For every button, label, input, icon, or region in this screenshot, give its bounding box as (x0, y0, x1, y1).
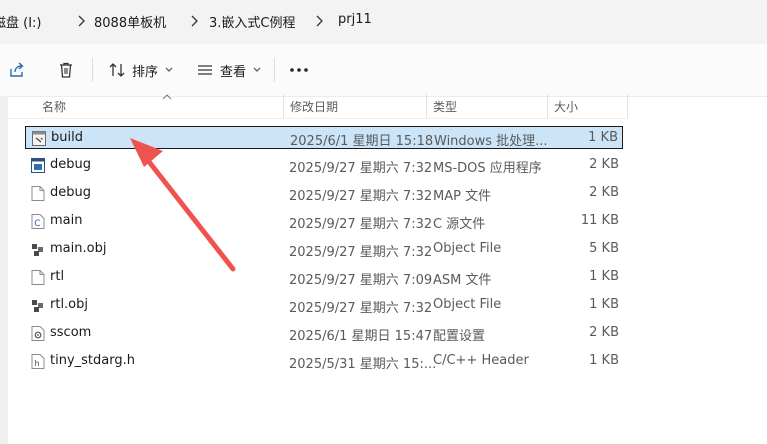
file-size: 2 KB (589, 325, 619, 340)
file-type: Object File (433, 297, 502, 312)
file-row-debug-map[interactable]: debug 2025/9/27 星期六 7:32 MAP 文件 2 KB (25, 182, 623, 205)
breadcrumb: 磁盘 (I:) 8088单板机 3.嵌入式C例程 prj11 (0, 0, 767, 45)
file-size: 1 KB (589, 353, 619, 368)
file-row-main-c[interactable]: C main 2025/9/27 星期六 7:32 C 源文件 11 KB (25, 210, 623, 233)
header-file-icon: h (31, 354, 45, 369)
column-divider[interactable] (547, 94, 548, 118)
file-row-build[interactable]: build 2025/6/1 星期日 15:18 Windows 批处理... … (25, 126, 623, 149)
sort-ascending-icon (162, 94, 172, 100)
file-name: build (51, 130, 83, 145)
breadcrumb-folder-prj11[interactable]: prj11 (338, 12, 372, 27)
generic-file-icon (31, 186, 45, 201)
file-date: 2025/9/27 星期六 7:32 (289, 301, 433, 316)
more-icon (290, 68, 308, 72)
more-options-button[interactable] (289, 57, 309, 83)
breadcrumb-folder-examples[interactable]: 3.嵌入式C例程 (209, 12, 295, 31)
generic-file-icon (31, 270, 45, 285)
column-header-name[interactable]: 名称 (42, 98, 66, 115)
file-type: 配置设置 (433, 329, 486, 344)
file-type: Object File (433, 241, 502, 256)
file-type: C 源文件 (433, 217, 486, 232)
file-name: rtl (50, 269, 65, 284)
svg-text:C: C (34, 219, 40, 229)
file-row-main-obj[interactable]: main.obj 2025/9/27 星期六 7:32 Object File … (25, 238, 623, 261)
svg-text:h: h (35, 359, 40, 368)
breadcrumb-drive[interactable]: 磁盘 (I:) (0, 12, 42, 31)
file-type: MS-DOS 应用程序 (433, 161, 542, 176)
file-date: 2025/9/27 星期六 7:32 (289, 245, 433, 260)
file-name: main.obj (50, 241, 107, 256)
breadcrumb-folder-8088[interactable]: 8088单板机 (94, 12, 166, 31)
column-header-type[interactable]: 类型 (433, 98, 457, 115)
chevron-down-icon (253, 67, 261, 72)
file-size: 1 KB (588, 130, 618, 145)
view-list-icon (198, 65, 212, 75)
file-date: 2025/9/27 星期六 7:32 (289, 189, 433, 204)
exe-file-icon (31, 158, 45, 173)
file-name: sscom (50, 325, 92, 340)
file-size: 1 KB (589, 297, 619, 312)
column-divider[interactable] (426, 94, 427, 118)
file-date: 2025/6/1 星期日 15:47 (289, 329, 433, 344)
file-date: 2025/5/31 星期六 15:... (289, 357, 437, 372)
command-toolbar: 排序 查看 (0, 44, 767, 97)
file-date: 2025/6/1 星期日 15:18 (290, 134, 434, 149)
file-row-sscom[interactable]: sscom 2025/6/1 星期日 15:47 配置设置 2 KB (25, 322, 623, 345)
view-button[interactable]: 查看 (196, 57, 262, 83)
view-label: 查看 (220, 64, 247, 80)
file-row-tiny-stdarg[interactable]: h tiny_stdarg.h 2025/5/31 星期六 15:... C/C… (25, 350, 623, 373)
file-row-rtl-obj[interactable]: rtl.obj 2025/9/27 星期六 7:32 Object File 1… (25, 294, 623, 317)
settings-file-icon (31, 326, 45, 341)
file-size: 5 KB (589, 241, 619, 256)
file-date: 2025/9/27 星期六 7:32 (289, 217, 433, 232)
file-size: 2 KB (589, 157, 619, 172)
sort-icon (109, 63, 125, 77)
file-type: ASM 文件 (433, 273, 492, 288)
file-size: 2 KB (589, 185, 619, 200)
file-row-debug-exe[interactable]: debug 2025/9/27 星期六 7:32 MS-DOS 应用程序 2 K… (25, 154, 623, 177)
file-name: debug (50, 185, 91, 200)
delete-button[interactable] (57, 57, 75, 83)
file-name: debug (50, 157, 91, 172)
chevron-right-icon[interactable] (76, 14, 86, 28)
sort-button[interactable]: 排序 (108, 57, 174, 83)
file-name: tiny_stdarg.h (50, 353, 135, 368)
file-type: MAP 文件 (433, 189, 492, 204)
object-file-icon (32, 244, 43, 256)
file-size: 11 KB (580, 213, 619, 228)
chevron-down-icon (165, 67, 173, 72)
column-header-size[interactable]: 大小 (554, 98, 578, 115)
object-file-icon (32, 300, 43, 312)
column-header-row: 名称 修改日期 类型 大小 (8, 94, 628, 119)
file-name: rtl.obj (50, 297, 89, 312)
file-type: Windows 批处理... (434, 134, 548, 149)
toolbar-divider (92, 58, 93, 82)
file-type: C/C++ Header (433, 353, 529, 368)
column-divider[interactable] (283, 94, 284, 118)
chevron-right-icon[interactable] (314, 14, 324, 28)
file-row-rtl-asm[interactable]: rtl 2025/9/27 星期六 7:09 ASM 文件 1 KB (25, 266, 623, 289)
navigation-pane-edge (0, 96, 8, 444)
file-date: 2025/9/27 星期六 7:09 (289, 273, 433, 288)
batch-file-icon (32, 131, 46, 146)
file-date: 2025/9/27 星期六 7:32 (289, 161, 433, 176)
file-size: 1 KB (589, 269, 619, 284)
sort-label: 排序 (132, 64, 159, 80)
trash-icon (60, 62, 72, 78)
toolbar-divider (274, 58, 275, 82)
c-source-file-icon: C (31, 214, 45, 229)
file-name: main (50, 213, 83, 228)
share-icon (10, 62, 24, 77)
chevron-right-icon[interactable] (189, 14, 199, 28)
column-divider[interactable] (627, 94, 628, 118)
share-button[interactable] (8, 57, 26, 83)
column-header-date[interactable]: 修改日期 (290, 98, 338, 115)
